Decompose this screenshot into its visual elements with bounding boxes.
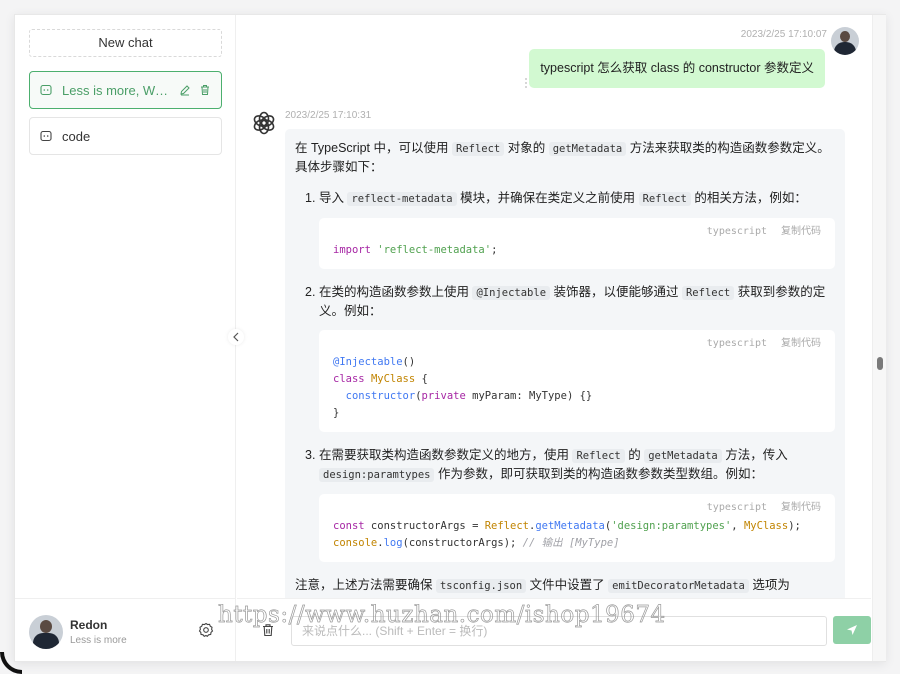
edit-icon[interactable] [179,84,191,96]
user-message-timestamp: 2023/2/25 17:10:07 [740,29,827,40]
conversation-item[interactable]: code [29,117,222,155]
gear-icon[interactable] [198,622,214,638]
conversation-title: Less is more, Wor... [62,82,171,98]
code-block: typescript 复制代码 @Injectable() class MyCl… [319,330,835,432]
new-chat-button[interactable]: New chat [29,29,222,57]
send-button[interactable] [833,616,871,644]
send-icon [847,625,857,635]
sidebar: New chat Less is more, Wor... code Redon… [15,15,236,661]
code-block: typescript 复制代码 const constructorArgs = … [319,494,835,562]
user-message: typescript 怎么获取 class 的 constructor 参数定义 [529,49,825,88]
copy-code-button[interactable]: 复制代码 [781,335,821,352]
conversation-item-active[interactable]: Less is more, Wor... [29,71,222,109]
chat-bubble-icon [40,84,52,96]
more-options-icon[interactable] [524,77,528,89]
bot-message-timestamp: 2023/2/25 17:10:31 [285,110,372,121]
code-language: typescript [706,502,767,513]
chat-bubble-icon [40,130,52,142]
user-avatar [831,27,859,55]
step-item: 2. 在类的构造函数参数上使用 @Injectable 装饰器，以便能够通过 Re… [305,285,826,318]
copy-code-button[interactable]: 复制代码 [781,499,821,516]
bot-message: 在 TypeScript 中，可以使用 Reflect 对象的 getMetad… [285,129,845,598]
step-item: 1. 导入 reflect-metadata 模块，并确保在类定义之前使用 Ref… [305,191,807,206]
scrollbar-thumb[interactable] [877,357,883,370]
conversation-title: code [62,128,91,144]
code-language: typescript [706,226,767,237]
profile-status: Less is more [70,635,127,646]
copy-code-button[interactable]: 复制代码 [781,223,821,240]
openai-logo-icon [253,111,275,135]
scrollbar[interactable] [872,15,886,661]
step-item: 3. 在需要获取类构造函数参数定义的地方，使用 Reflect 的 getMeta… [305,448,788,482]
bot-note: 注意，上述方法需要确保 tsconfig.json 文件中设置了 emitDec… [295,576,835,598]
avatar[interactable] [29,615,63,649]
input-bar [237,598,871,661]
code-language: typescript [706,338,767,349]
code-block: typescript 复制代码 import 'reflect-metadata… [319,218,835,269]
delete-icon[interactable] [199,84,211,96]
clear-chat-icon[interactable] [261,623,275,637]
bot-intro: 在 TypeScript 中，可以使用 Reflect 对象的 getMetad… [295,141,830,174]
user-profile: Redon Less is more [15,598,236,661]
profile-name: Redon [70,618,108,632]
message-input[interactable] [291,616,827,646]
window-corner [0,652,22,674]
app-window: New chat Less is more, Wor... code Redon… [14,14,886,662]
chat-area: 2023/2/25 17:10:07 typescript 怎么获取 class… [237,15,871,598]
